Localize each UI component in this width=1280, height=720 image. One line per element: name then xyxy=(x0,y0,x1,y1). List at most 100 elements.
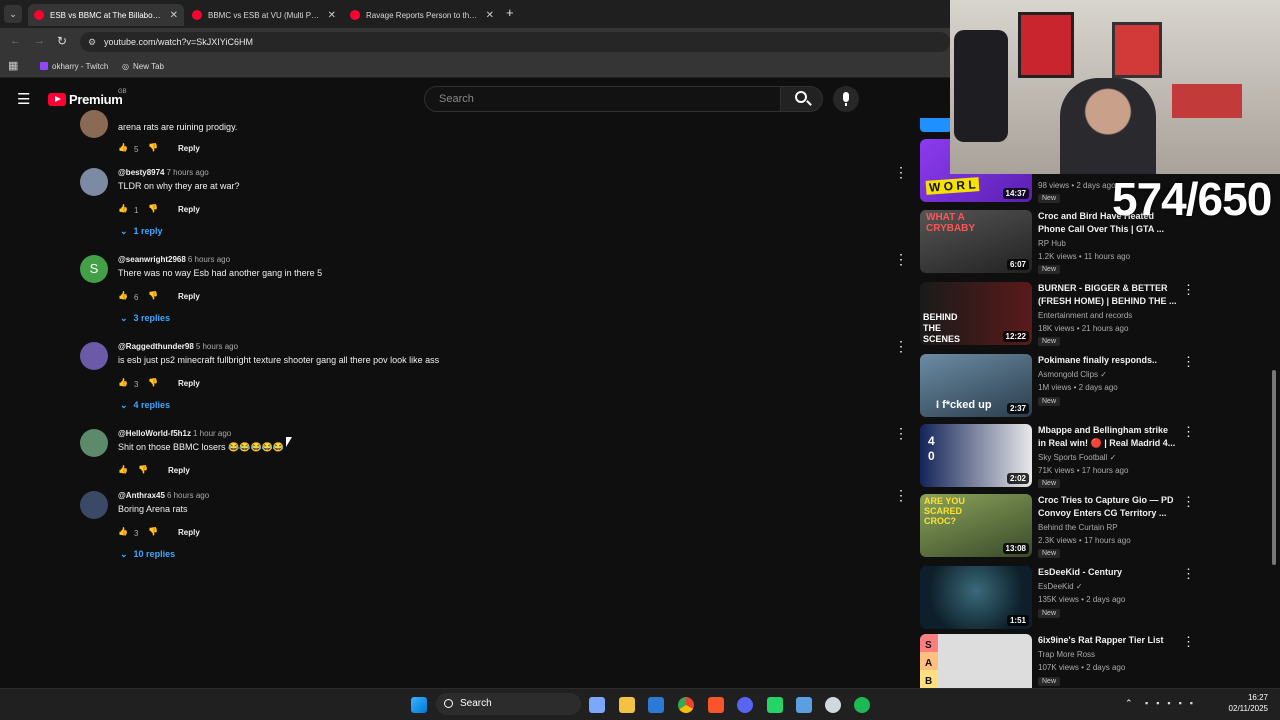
comment-time[interactable]: 1 hour ago xyxy=(193,429,231,438)
like-icon[interactable]: 👍 xyxy=(118,143,128,152)
close-tab-icon[interactable]: ✕ xyxy=(170,10,178,21)
video-card[interactable]: 1:51 EsDeeKid - Century EsDeeKid ✓ 135K … xyxy=(920,566,1195,632)
partial-thumbnail[interactable] xyxy=(920,118,952,132)
site-info-icon[interactable]: ⚙ xyxy=(88,32,96,52)
video-thumbnail[interactable]: WHAT A CRYBABY 6:07 xyxy=(920,210,1032,273)
comment-menu-icon[interactable] xyxy=(894,338,900,352)
comment-time[interactable]: 7 hours ago xyxy=(167,168,209,177)
scrollbar[interactable] xyxy=(1272,370,1276,565)
bookmark-new-tab[interactable]: ◎ New Tab xyxy=(122,62,164,71)
dislike-icon[interactable]: 👎 xyxy=(148,143,158,152)
view-replies-button[interactable]: ⌄ 4 replies xyxy=(120,400,170,411)
video-thumbnail[interactable]: S A B xyxy=(920,634,1032,688)
view-replies-button[interactable]: ⌄ 10 replies xyxy=(120,549,175,560)
video-menu-icon[interactable]: ⋮ xyxy=(1182,424,1195,440)
discord-icon[interactable] xyxy=(737,697,753,713)
video-menu-icon[interactable]: ⋮ xyxy=(1182,634,1190,650)
voice-search-button[interactable] xyxy=(833,86,859,112)
brave-icon[interactable] xyxy=(708,697,724,713)
reply-button[interactable]: Reply xyxy=(178,292,200,301)
dislike-icon[interactable]: 👎 xyxy=(148,204,158,213)
search-input[interactable]: Search xyxy=(424,86,781,112)
video-menu-icon[interactable]: ⋮ xyxy=(1182,282,1195,298)
taskbar-search-input[interactable]: Search xyxy=(436,693,581,715)
avatar[interactable] xyxy=(80,168,108,196)
video-thumbnail[interactable]: BEHIND THE SCENES 12:22 xyxy=(920,282,1032,345)
reply-button[interactable]: Reply xyxy=(168,466,190,475)
video-title[interactable]: Pokimane finally responds.. xyxy=(1038,354,1178,367)
video-title[interactable]: BURNER - BIGGER & BETTER (FRESH HOME) | … xyxy=(1038,282,1178,308)
comment-menu-icon[interactable] xyxy=(894,425,900,439)
comment-menu-icon[interactable] xyxy=(894,164,900,178)
comment-author[interactable]: @seanwright2968 6 hours ago xyxy=(118,255,230,264)
reply-button[interactable]: Reply xyxy=(178,379,200,388)
reload-icon[interactable]: ↻ xyxy=(57,34,67,48)
tab-bbmc-vs-esb[interactable]: BBMC vs ESB at VU (Multi POV) ✕ xyxy=(186,4,342,26)
view-replies-button[interactable]: ⌄ 1 reply xyxy=(120,226,163,237)
video-title[interactable]: Croc Tries to Capture Gio — PD Convoy En… xyxy=(1038,494,1178,520)
ccleaner-icon[interactable] xyxy=(825,697,841,713)
avatar[interactable] xyxy=(80,342,108,370)
spotify-icon[interactable] xyxy=(854,697,870,713)
channel-name[interactable]: Asmongold Clips ✓ xyxy=(1038,370,1107,379)
avatar[interactable] xyxy=(80,110,108,138)
dislike-icon[interactable]: 👎 xyxy=(138,465,148,474)
comment-menu-icon[interactable] xyxy=(894,487,900,501)
video-thumbnail[interactable]: I f*cked up 2:37 xyxy=(920,354,1032,417)
channel-name[interactable]: RP Hub xyxy=(1038,239,1066,248)
video-title[interactable]: EsDeeKid - Century xyxy=(1038,566,1178,579)
address-bar[interactable]: ⚙ youtube.com/watch?v=SkJXIYiC6HM xyxy=(80,32,950,52)
close-tab-icon[interactable]: ✕ xyxy=(328,10,336,21)
close-tab-icon[interactable]: ✕ xyxy=(486,10,494,21)
reply-button[interactable]: Reply xyxy=(178,528,200,537)
like-icon[interactable]: 👍 xyxy=(118,204,128,213)
forward-arrow-icon[interactable]: → xyxy=(34,35,45,47)
file-explorer-icon[interactable] xyxy=(619,697,635,713)
channel-name[interactable]: Trap More Ross xyxy=(1038,650,1095,659)
like-icon[interactable]: 👍 xyxy=(118,527,128,536)
avatar[interactable]: S xyxy=(80,255,108,283)
system-clock[interactable]: 16:27 02/11/2025 xyxy=(1222,692,1268,714)
whatsapp-icon[interactable] xyxy=(767,697,783,713)
dislike-icon[interactable]: 👎 xyxy=(148,291,158,300)
video-card[interactable]: I f*cked up 2:37 Pokimane finally respon… xyxy=(920,354,1195,420)
comment-author[interactable]: @besty8974 7 hours ago xyxy=(118,168,209,177)
video-menu-icon[interactable]: ⋮ xyxy=(1182,494,1195,510)
channel-name[interactable]: Sky Sports Football ✓ xyxy=(1038,453,1116,462)
avatar[interactable] xyxy=(80,491,108,519)
video-thumbnail[interactable]: 1:51 xyxy=(920,566,1032,629)
comment-author[interactable]: @Anthrax45 6 hours ago xyxy=(118,491,209,500)
video-card[interactable]: ARE YOU SCARED CROC? 13:08 Croc Tries to… xyxy=(920,494,1195,560)
comment-menu-icon[interactable] xyxy=(894,251,900,265)
photos-icon[interactable] xyxy=(648,697,664,713)
view-replies-button[interactable]: ⌄ 3 replies xyxy=(120,313,170,324)
notepad-icon[interactable] xyxy=(796,697,812,713)
like-icon[interactable]: 👍 xyxy=(118,378,128,387)
tab-search-button[interactable]: ⌄ xyxy=(4,5,22,23)
video-thumbnail[interactable]: 4 0 2:02 xyxy=(920,424,1032,487)
apps-grid-icon[interactable]: ▦ xyxy=(8,59,18,72)
video-card[interactable]: S A B 6ix9ine's Rat Rapper Tier List Tra… xyxy=(920,634,1190,688)
reply-button[interactable]: Reply xyxy=(178,205,200,214)
new-tab-button[interactable]: + xyxy=(506,5,514,20)
like-icon[interactable]: 👍 xyxy=(118,465,128,474)
tab-ravage-reports[interactable]: Ravage Reports Person to the A ✕ xyxy=(344,4,500,26)
tray-icons[interactable]: ▪▪▪▪▪ xyxy=(1145,698,1201,708)
youtube-logo[interactable]: Premium xyxy=(48,92,123,107)
back-arrow-icon[interactable]: ← xyxy=(10,35,21,47)
video-menu-icon[interactable]: ⋮ xyxy=(1182,566,1195,582)
video-menu-icon[interactable]: ⋮ xyxy=(1182,354,1195,370)
avatar[interactable] xyxy=(80,429,108,457)
tab-esb-vs-bbmc[interactable]: ESB vs BBMC at The Billabong ( ✕ xyxy=(28,4,184,26)
like-icon[interactable]: 👍 xyxy=(118,291,128,300)
chrome-icon[interactable] xyxy=(678,697,694,713)
video-card[interactable]: BEHIND THE SCENES 12:22 BURNER - BIGGER … xyxy=(920,282,1195,348)
tray-chevron-icon[interactable]: ⌃ xyxy=(1125,698,1133,709)
comment-time[interactable]: 5 hours ago xyxy=(196,342,238,351)
comment-author[interactable]: @HelloWorld-f5h1z 1 hour ago xyxy=(118,429,231,438)
dislike-icon[interactable]: 👎 xyxy=(148,527,158,536)
reply-button[interactable]: Reply xyxy=(178,144,200,153)
dislike-icon[interactable]: 👎 xyxy=(148,378,158,387)
comment-author[interactable]: @Raggedthunder98 5 hours ago xyxy=(118,342,238,351)
video-thumbnail[interactable]: ARE YOU SCARED CROC? 13:08 xyxy=(920,494,1032,557)
